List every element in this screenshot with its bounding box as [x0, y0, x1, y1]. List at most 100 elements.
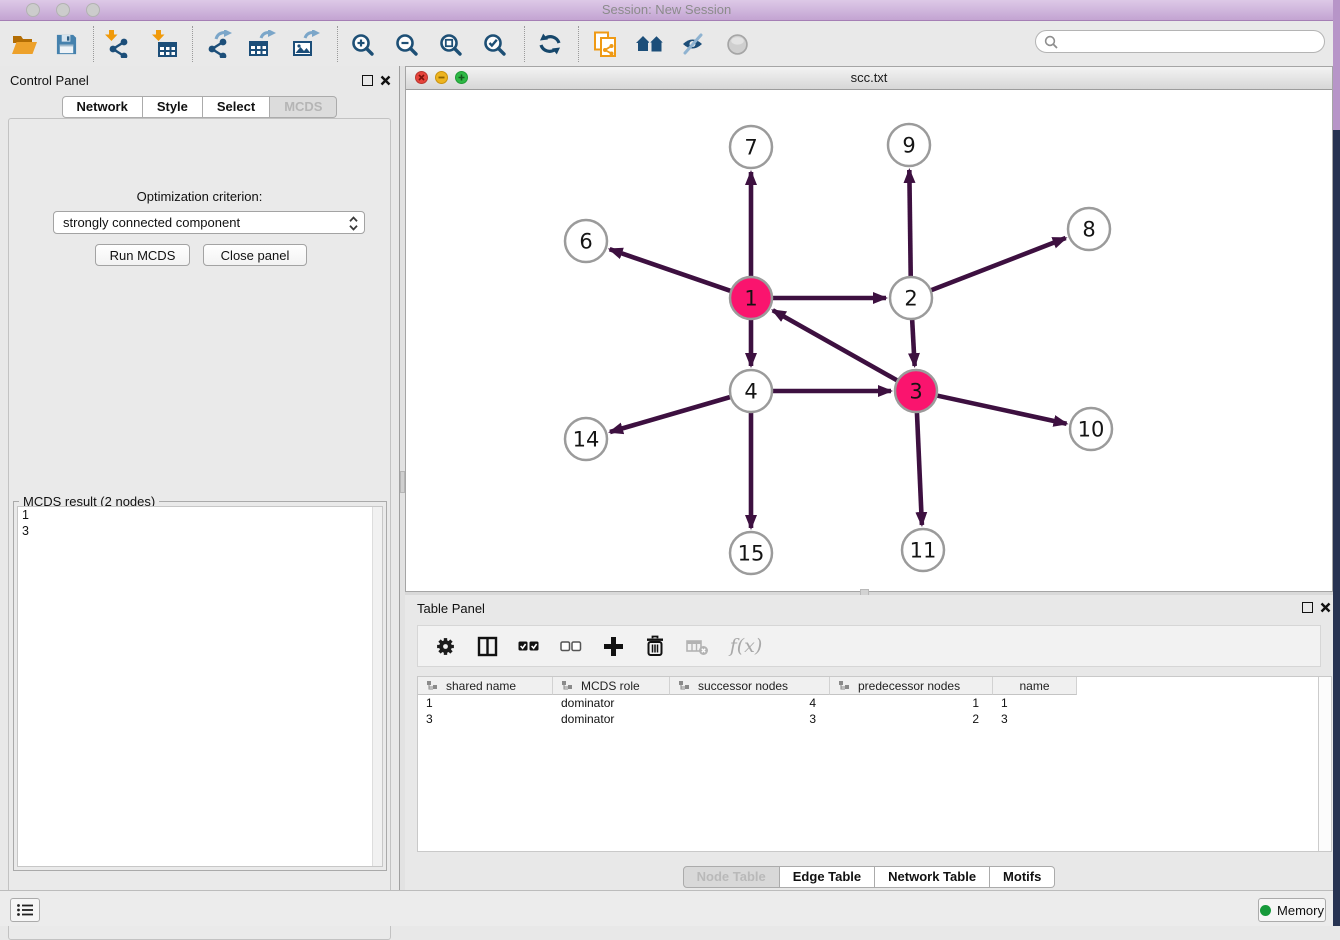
svg-text:9: 9: [902, 133, 915, 157]
run-mcds-button[interactable]: Run MCDS: [95, 244, 190, 266]
table-cell: dominator: [553, 711, 670, 727]
graph-node[interactable]: 10: [1070, 408, 1112, 450]
float-table-panel-icon[interactable]: [1300, 600, 1314, 614]
graph-node[interactable]: 7: [730, 126, 772, 168]
zoom-out-icon[interactable]: [389, 27, 423, 61]
criterion-select[interactable]: strongly connected component: [53, 211, 365, 234]
zoom-selected-icon[interactable]: [477, 27, 511, 61]
graph-node[interactable]: 6: [565, 220, 607, 262]
memory-label: Memory: [1277, 903, 1324, 918]
tab-select[interactable]: Select: [203, 96, 270, 118]
column-header[interactable]: predecessor nodes: [830, 677, 993, 695]
export-image-icon[interactable]: [289, 27, 323, 61]
mcds-result-list[interactable]: 1 3: [17, 506, 383, 867]
tab-mcds[interactable]: MCDS: [270, 96, 337, 118]
column-header[interactable]: name: [993, 677, 1077, 695]
table-cell: 3: [993, 711, 1077, 727]
graph-edge[interactable]: [610, 249, 731, 291]
toolbar-separator: [524, 26, 525, 62]
control-panel: Control Panel Network Style Select MCDS …: [0, 66, 400, 890]
tab-network[interactable]: Network: [62, 96, 143, 118]
svg-text:2: 2: [904, 286, 917, 310]
graph-edge[interactable]: [610, 397, 730, 432]
table-cell: 1: [993, 695, 1077, 711]
graph-edge[interactable]: [931, 238, 1066, 290]
column-header[interactable]: shared name: [418, 677, 553, 695]
close-panel-button[interactable]: Close panel: [203, 244, 307, 266]
control-panel-tabs: Network Style Select MCDS: [0, 96, 399, 118]
import-table-icon[interactable]: [148, 27, 182, 61]
first-neighbors-icon[interactable]: [633, 27, 667, 61]
memory-status-icon: [1260, 905, 1271, 916]
deselect-all-icon[interactable]: [558, 633, 584, 659]
table-scrollbar[interactable]: [1318, 677, 1331, 851]
column-header[interactable]: successor nodes: [670, 677, 830, 695]
window-titlebar: Session: New Session: [0, 0, 1333, 21]
sort-tree-icon: [678, 680, 690, 692]
table-row[interactable]: 1dominator411: [418, 695, 1331, 711]
toolbar-separator: [337, 26, 338, 62]
zoom-fit-icon[interactable]: [433, 27, 467, 61]
tab-network-table[interactable]: Network Table: [875, 866, 990, 888]
open-session-icon[interactable]: [7, 27, 41, 61]
graph-node[interactable]: 8: [1068, 208, 1110, 250]
result-scrollbar[interactable]: [372, 507, 382, 866]
graph-node[interactable]: 3: [895, 370, 937, 412]
table-toolbar: f(x): [417, 625, 1321, 667]
tab-edge-table[interactable]: Edge Table: [780, 866, 875, 888]
new-network-from-selection-icon[interactable]: [588, 27, 622, 61]
float-panel-icon[interactable]: [360, 73, 374, 87]
svg-text:10: 10: [1078, 417, 1105, 441]
tab-style[interactable]: Style: [143, 96, 203, 118]
table-settings-icon[interactable]: [432, 633, 458, 659]
graph-edge[interactable]: [773, 310, 897, 380]
select-all-icon[interactable]: [516, 633, 542, 659]
sort-tree-icon: [561, 680, 573, 692]
criterion-value: strongly connected component: [63, 215, 240, 230]
delete-table-disabled-icon: [684, 633, 710, 659]
export-table-icon[interactable]: [245, 27, 279, 61]
column-header[interactable]: MCDS role: [553, 677, 670, 695]
graph-node[interactable]: 9: [888, 124, 930, 166]
svg-text:7: 7: [744, 135, 757, 159]
graph-node[interactable]: 14: [565, 418, 607, 460]
close-panel-icon[interactable]: [378, 73, 392, 87]
graph-node[interactable]: 2: [890, 277, 932, 319]
graph-node[interactable]: 1: [730, 277, 772, 319]
memory-button[interactable]: Memory: [1258, 898, 1326, 922]
export-network-icon[interactable]: [201, 27, 235, 61]
function-builder-disabled-icon: f(x): [726, 633, 766, 659]
search-field[interactable]: [1035, 30, 1325, 53]
graph-edge[interactable]: [937, 396, 1067, 424]
table-header: shared name MCDS role successor nodes pr…: [418, 677, 1331, 695]
tab-node-table[interactable]: Node Table: [683, 866, 780, 888]
hide-selected-icon[interactable]: [676, 27, 710, 61]
table-tabs: Node Table Edge Table Network Table Moti…: [405, 866, 1333, 888]
apply-layout-icon[interactable]: [533, 27, 567, 61]
optimization-criterion-label: Optimization criterion:: [9, 189, 390, 204]
graph-node[interactable]: 4: [730, 370, 772, 412]
graph-edge[interactable]: [909, 170, 910, 277]
save-session-icon[interactable]: [49, 27, 83, 61]
show-columns-icon[interactable]: [474, 633, 500, 659]
toolbar-separator: [93, 26, 94, 62]
table-row[interactable]: 3dominator323: [418, 711, 1331, 727]
delete-columns-icon[interactable]: [642, 633, 668, 659]
table-cell: 4: [670, 695, 830, 711]
status-bar: Memory: [0, 890, 1333, 926]
control-panel-title: Control Panel: [10, 73, 89, 88]
graph-edge[interactable]: [912, 319, 915, 366]
tab-motifs[interactable]: Motifs: [990, 866, 1055, 888]
search-input[interactable]: [1059, 32, 1324, 52]
zoom-in-icon[interactable]: [345, 27, 379, 61]
graph-node[interactable]: 11: [902, 529, 944, 571]
graph-node[interactable]: 15: [730, 532, 772, 574]
toolbar-separator: [192, 26, 193, 62]
import-network-icon[interactable]: [101, 27, 135, 61]
network-canvas[interactable]: 1 2 3 4 6 7 8 9 10 11 14 15: [406, 89, 1332, 591]
task-history-button[interactable]: [10, 898, 40, 922]
close-table-panel-icon[interactable]: [1318, 600, 1332, 614]
add-column-icon[interactable]: [600, 633, 626, 659]
graph-edge[interactable]: [917, 412, 922, 525]
node-table-body: 1dominator4113dominator323: [418, 695, 1331, 727]
